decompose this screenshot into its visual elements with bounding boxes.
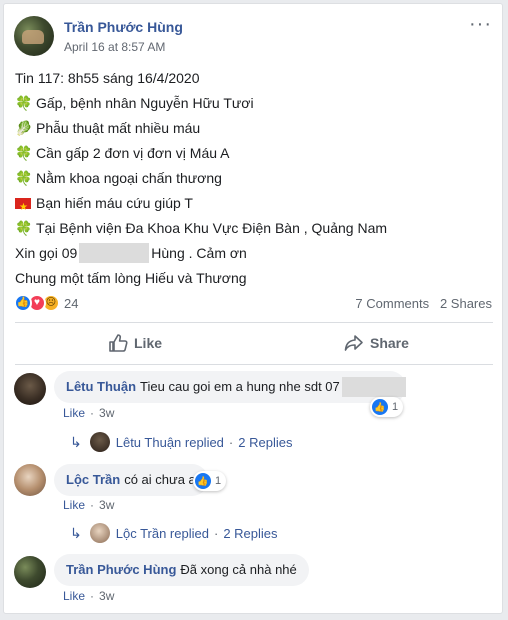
clover-icon: 🍀: [15, 95, 33, 111]
like-label: Like: [134, 335, 163, 351]
comment-text: Đã xong cả nhà nhé: [180, 562, 297, 577]
post-line: 🥬 Phẫu thuật mất nhiều máu: [15, 116, 485, 141]
post-line: Xin gọi 09 Hùng . Cảm ơn: [15, 243, 247, 263]
share-label: Share: [370, 335, 409, 351]
comment-meta: Like · 3w: [63, 498, 115, 512]
commenter-avatar[interactable]: [14, 556, 46, 588]
more-options-icon[interactable]: ···: [469, 14, 492, 34]
author-name[interactable]: Trần Phước Hùng: [64, 19, 183, 35]
reply-arrow-icon: ↳: [70, 524, 82, 541]
post-line: 🍀 Cần gấp 2 đơn vị đơn vị Máu A: [15, 141, 485, 166]
replier-avatar: [89, 523, 110, 543]
leafy-green-icon: 🥬: [15, 120, 33, 136]
replier-avatar: [89, 432, 110, 452]
comment-reactions[interactable]: 👍 1: [193, 471, 227, 491]
share-arrow-icon: [344, 335, 363, 351]
shares-count[interactable]: 2 Shares: [440, 296, 492, 311]
comment-like-link[interactable]: Like: [63, 589, 85, 603]
view-replies[interactable]: ↳ Lêtu Thuận replied · 2 Replies: [70, 432, 292, 452]
comment-text: có ai chưa a: [124, 472, 196, 487]
redacted-phone: [341, 377, 406, 397]
post-line: 🍀 Gấp, bệnh nhân Nguyễn Hữu Tươi: [15, 91, 485, 116]
divider: [15, 364, 493, 365]
comment-age[interactable]: 3w: [99, 589, 114, 603]
post-card: Trần Phước Hùng April 16 at 8:57 AM ··· …: [3, 3, 503, 614]
comment-text: Tieu cau goi em a hung nhe sdt 07: [140, 379, 340, 394]
share-button[interactable]: Share: [344, 328, 409, 358]
comment-meta: Like · 3w: [63, 589, 115, 603]
vietnam-flag-icon: [15, 195, 31, 220]
post-header: Trần Phước Hùng April 16 at 8:57 AM ···: [14, 14, 491, 58]
comment-bubble: Lêtu Thuận Tieu cau goi em a hung nhe sdt…: [54, 371, 406, 403]
author-avatar[interactable]: [14, 16, 54, 56]
post-line: 🍀 Tại Bệnh viện Đa Khoa Khu Vực Điện Bàn …: [15, 216, 485, 241]
like-icon: 👍: [372, 399, 388, 415]
commenter-avatar[interactable]: [14, 373, 46, 405]
comment-age[interactable]: 3w: [99, 406, 114, 420]
clover-icon: 🍀: [15, 145, 33, 161]
redacted-phone: [79, 243, 150, 263]
reaction-stats: 👍 ♥ ☹ 24 7 Comments 2 Shares: [14, 292, 492, 316]
comments-count[interactable]: 7 Comments: [355, 296, 429, 311]
divider: [15, 322, 493, 323]
comment-like-link[interactable]: Like: [63, 406, 85, 420]
reaction-count[interactable]: 24: [64, 296, 78, 311]
clover-icon: 🍀: [15, 170, 33, 186]
comment-age[interactable]: 3w: [99, 498, 114, 512]
view-replies[interactable]: ↳ Lộc Trần replied · 2 Replies: [70, 523, 278, 543]
commenter-avatar[interactable]: [14, 464, 46, 496]
post-timestamp[interactable]: April 16 at 8:57 AM: [64, 40, 165, 54]
post-line: Tin 117: 8h55 sáng 16/4/2020: [15, 70, 200, 86]
like-icon: 👍: [195, 473, 211, 489]
like-button[interactable]: Like: [108, 328, 162, 358]
comment-meta: Like · 3w: [63, 406, 115, 420]
commenter-name[interactable]: Lêtu Thuận: [66, 379, 136, 394]
comment-like-link[interactable]: Like: [63, 498, 85, 512]
post-body: Tin 117: 8h55 sáng 16/4/2020 🍀 Gấp, bệnh …: [15, 66, 485, 291]
comment-reactions[interactable]: 👍 1: [370, 397, 404, 417]
comment-bubble: Lộc Trần có ai chưa a: [54, 464, 208, 496]
commenter-name[interactable]: Trần Phước Hùng: [66, 562, 176, 577]
post-line: Bạn hiến máu cứu giúp T: [15, 191, 485, 220]
commenter-name[interactable]: Lộc Trần: [66, 472, 120, 487]
post-line: Chung một tấm lòng Hiếu và Thương: [15, 270, 247, 286]
thumbs-up-icon: [109, 334, 128, 352]
comments-shares: 7 Comments 2 Shares: [355, 296, 492, 311]
like-icon[interactable]: 👍: [14, 294, 32, 312]
post-line: 🍀 Nằm khoa ngoại chấn thương: [15, 166, 485, 191]
comment-bubble: Trần Phước Hùng Đã xong cả nhà nhé: [54, 554, 309, 586]
reply-arrow-icon: ↳: [70, 433, 82, 450]
